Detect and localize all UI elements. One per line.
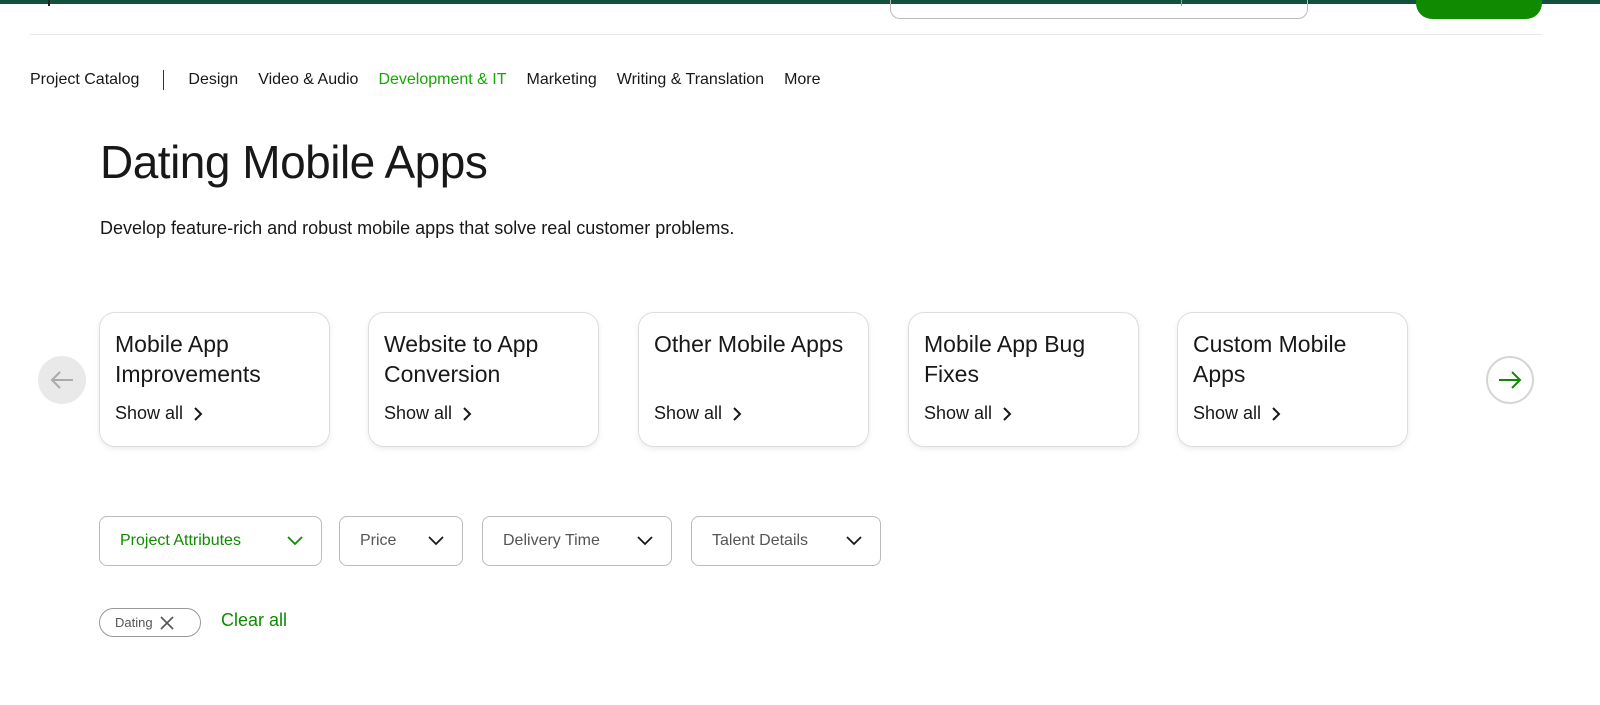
- card-title: Custom Mobile Apps: [1193, 331, 1347, 387]
- filter-label: Price: [360, 532, 397, 549]
- category-card[interactable]: Custom Mobile Apps Show all: [1177, 312, 1408, 447]
- category-card[interactable]: Other Mobile Apps Show all: [638, 312, 869, 447]
- carousel-next-button[interactable]: [1486, 356, 1534, 404]
- filter-label: Talent Details: [712, 532, 809, 549]
- active-filter-chip[interactable]: Dating: [99, 608, 201, 637]
- nav-more[interactable]: More: [784, 71, 820, 89]
- card-title: Website to App Conversion: [384, 331, 539, 387]
- show-all-label: Show all: [654, 403, 723, 423]
- chevron-right-icon: [1272, 406, 1281, 421]
- nav-writing-translation[interactable]: Writing & Translation: [617, 71, 764, 89]
- arrow-right-icon: [1499, 371, 1522, 389]
- category-card[interactable]: Mobile App Improvements Show all: [99, 312, 330, 447]
- card-title: Other Mobile Apps: [654, 331, 844, 357]
- show-all-link[interactable]: Show all: [924, 403, 1123, 424]
- show-all-label: Show all: [1193, 403, 1262, 423]
- filter-project-attributes[interactable]: Project Attributes: [99, 516, 322, 566]
- top-bar: [0, 0, 1600, 4]
- nav-development-it[interactable]: Development & IT: [378, 71, 506, 89]
- logo[interactable]: [48, 0, 50, 6]
- card-title: Mobile App Bug Fixes: [924, 331, 1086, 387]
- search-input[interactable]: [890, 0, 1308, 19]
- show-all-link[interactable]: Show all: [384, 403, 583, 424]
- primary-button[interactable]: [1416, 0, 1542, 19]
- chevron-down-icon: [637, 536, 653, 546]
- chevron-down-icon: [428, 536, 444, 546]
- close-icon[interactable]: [159, 615, 175, 631]
- filter-label: Project Attributes: [120, 532, 241, 549]
- chevron-right-icon: [1003, 406, 1012, 421]
- show-all-label: Show all: [384, 403, 453, 423]
- card-title: Mobile App Improvements: [115, 331, 261, 387]
- chevron-down-icon: [287, 536, 303, 546]
- nav-marketing[interactable]: Marketing: [527, 71, 597, 89]
- filter-talent-details[interactable]: Talent Details: [691, 516, 881, 566]
- show-all-link[interactable]: Show all: [115, 403, 314, 424]
- chip-label: Dating: [115, 615, 153, 630]
- nav-design[interactable]: Design: [188, 71, 238, 89]
- page-description: Develop feature-rich and robust mobile a…: [100, 218, 735, 238]
- chevron-down-icon: [846, 536, 862, 546]
- arrow-left-icon: [50, 371, 73, 389]
- show-all-link[interactable]: Show all: [654, 403, 853, 424]
- category-card[interactable]: Mobile App Bug Fixes Show all: [908, 312, 1139, 447]
- clear-all-link[interactable]: Clear all: [221, 610, 287, 631]
- filter-price[interactable]: Price: [339, 516, 463, 566]
- nav-video-audio[interactable]: Video & Audio: [258, 71, 358, 89]
- category-card[interactable]: Website to App Conversion Show all: [368, 312, 599, 447]
- show-all-label: Show all: [115, 403, 184, 423]
- chevron-right-icon: [733, 406, 742, 421]
- nav-separator: [163, 70, 165, 90]
- carousel-prev-button[interactable]: [38, 356, 86, 404]
- show-all-label: Show all: [924, 403, 993, 423]
- divider: [30, 34, 1542, 35]
- show-all-link[interactable]: Show all: [1193, 403, 1392, 424]
- nav-project-catalog[interactable]: Project Catalog: [30, 71, 139, 89]
- page-title: Dating Mobile Apps: [100, 136, 488, 188]
- chevron-right-icon: [463, 406, 472, 421]
- filter-label: Delivery Time: [503, 532, 600, 549]
- filter-delivery-time[interactable]: Delivery Time: [482, 516, 672, 566]
- chevron-right-icon: [194, 406, 203, 421]
- category-nav: Project Catalog Design Video & Audio Dev…: [30, 70, 841, 90]
